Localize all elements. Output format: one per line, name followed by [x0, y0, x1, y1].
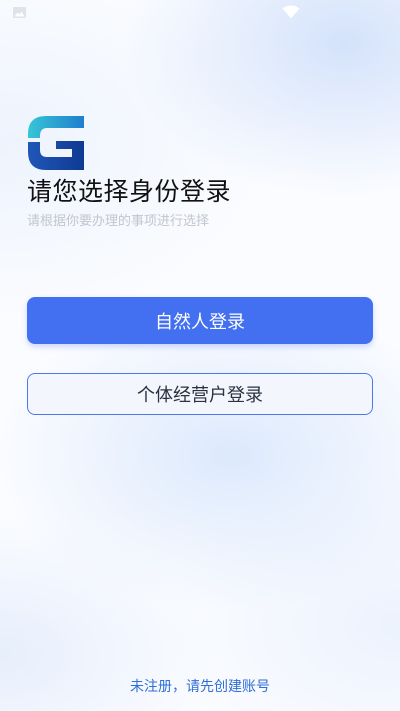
- page-background: [0, 0, 400, 711]
- page-title: 请您选择身份登录: [27, 177, 232, 206]
- image-icon: [13, 7, 26, 18]
- natural-person-login-label: 自然人登录: [155, 311, 245, 333]
- g-logo-icon: [28, 116, 84, 170]
- register-link[interactable]: 未注册，请先创建账号: [0, 677, 400, 697]
- business-login-label: 个体经营户登录: [137, 385, 263, 406]
- wifi-icon: [282, 5, 300, 19]
- natural-person-login-button[interactable]: 自然人登录: [27, 297, 373, 344]
- status-bar: [0, 0, 400, 26]
- page-subtitle: 请根据你要办理的事项进行选择: [27, 214, 210, 229]
- business-login-button[interactable]: 个体经营户登录: [27, 373, 373, 415]
